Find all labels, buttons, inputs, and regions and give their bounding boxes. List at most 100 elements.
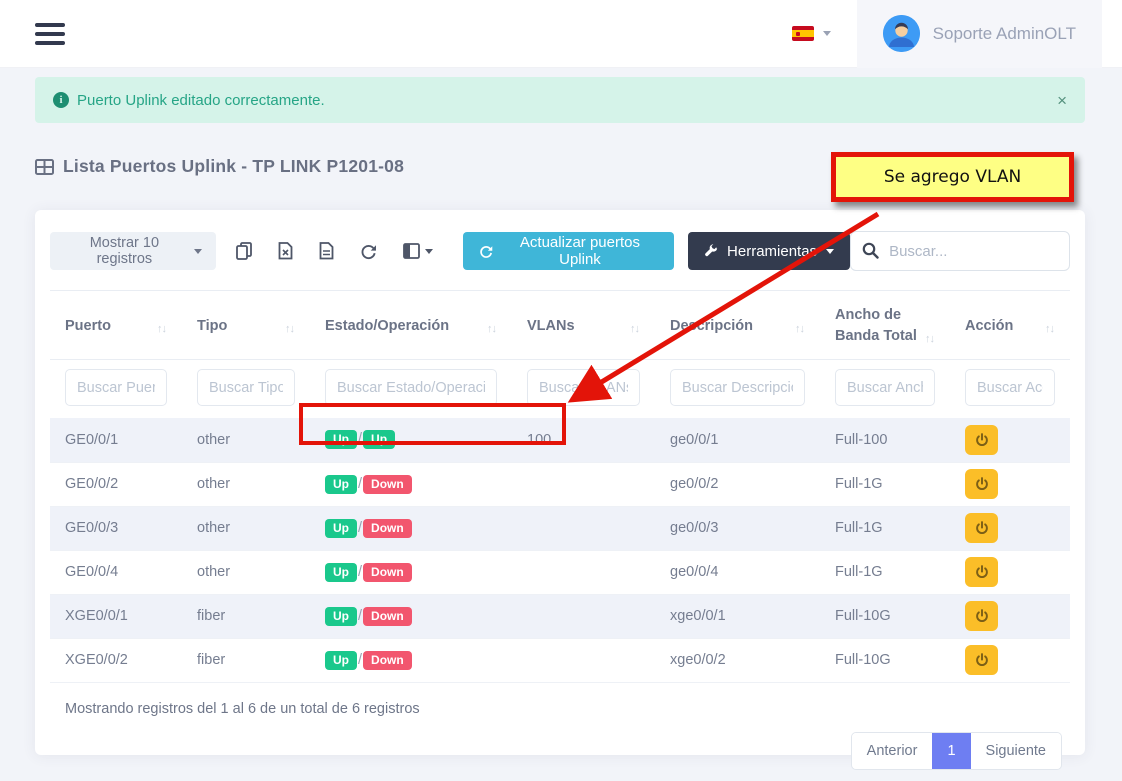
cell-puerto: XGE0/0/2 xyxy=(50,638,182,682)
power-icon xyxy=(975,521,989,535)
language-selector[interactable] xyxy=(766,26,857,41)
column-header[interactable]: Acción xyxy=(950,291,1070,360)
cell-vlans xyxy=(512,550,655,594)
copy-button[interactable] xyxy=(230,232,258,270)
search-input[interactable] xyxy=(850,231,1070,271)
reload-button[interactable] xyxy=(354,232,383,270)
column-header[interactable]: Tipo xyxy=(182,291,310,360)
column-filter-input[interactable] xyxy=(835,369,935,406)
column-visibility-button[interactable] xyxy=(397,232,439,270)
table-icon xyxy=(35,159,54,175)
sort-icon[interactable] xyxy=(285,323,295,337)
sort-icon[interactable] xyxy=(795,323,805,337)
next-page-button[interactable]: Siguiente xyxy=(971,733,1061,769)
length-menu-label: Mostrar 10 registros xyxy=(64,235,185,267)
excel-export-button[interactable] xyxy=(272,232,299,270)
avatar xyxy=(883,15,920,52)
power-button[interactable] xyxy=(965,645,998,675)
column-filter-input[interactable] xyxy=(65,369,167,406)
column-header[interactable]: Puerto xyxy=(50,291,182,360)
update-uplink-ports-button[interactable]: Actualizar puertos Uplink xyxy=(463,232,674,270)
user-menu[interactable]: Soporte AdminOLT xyxy=(857,0,1102,68)
cell-ancho-banda: Full-100 xyxy=(820,418,950,462)
page-title: Lista Puertos Uplink - TP LINK P1201-08 xyxy=(63,156,404,177)
column-header[interactable]: Descripción xyxy=(655,291,820,360)
table-header-row: Puerto Tipo Estado/Operación VLANs Descr… xyxy=(50,291,1070,360)
cell-tipo: fiber xyxy=(182,638,310,682)
column-header-label: Tipo xyxy=(197,316,227,337)
cell-puerto: GE0/0/1 xyxy=(50,418,182,462)
annotation-callout: Se agrego VLAN xyxy=(831,152,1074,202)
file-export-button[interactable] xyxy=(313,232,340,270)
cell-accion xyxy=(950,418,1070,462)
alert-close-button[interactable]: × xyxy=(1057,92,1067,109)
column-header-label: Descripción xyxy=(670,316,753,337)
column-header-label: Ancho de Banda Total xyxy=(835,305,919,347)
cell-puerto: GE0/0/3 xyxy=(50,506,182,550)
tools-menu-button[interactable]: Herramientas xyxy=(688,232,850,270)
power-icon xyxy=(975,565,989,579)
column-header-label: Acción xyxy=(965,316,1013,337)
pagination: Anterior 1 Siguiente xyxy=(851,732,1062,770)
cell-tipo: other xyxy=(182,550,310,594)
power-icon xyxy=(975,653,989,667)
table-filter-row xyxy=(50,360,1070,419)
cell-puerto: GE0/0/2 xyxy=(50,462,182,506)
power-button[interactable] xyxy=(965,601,998,631)
cell-estado-operacion: Up/Down xyxy=(310,594,512,638)
column-header[interactable]: Ancho de Banda Total xyxy=(820,291,950,360)
estado-badge: Up xyxy=(325,651,357,670)
cell-estado-operacion: Up/Down xyxy=(310,506,512,550)
columns-icon xyxy=(403,243,420,259)
uplink-ports-table: Puerto Tipo Estado/Operación VLANs Descr… xyxy=(50,290,1070,683)
estado-badge: Up xyxy=(325,475,357,494)
table-row: GE0/0/2 other Up/Down ge0/0/2 Full-1G xyxy=(50,462,1070,506)
sort-icon[interactable] xyxy=(925,333,935,347)
column-header[interactable]: Estado/Operación xyxy=(310,291,512,360)
cell-accion xyxy=(950,462,1070,506)
table-row: XGE0/0/2 fiber Up/Down xge0/0/2 Full-10G xyxy=(50,638,1070,682)
refresh-icon xyxy=(360,243,377,260)
column-header-label: VLANs xyxy=(527,316,575,337)
info-icon: i xyxy=(53,92,69,108)
column-header[interactable]: VLANs xyxy=(512,291,655,360)
sort-icon[interactable] xyxy=(487,323,497,337)
sort-icon[interactable] xyxy=(630,323,640,337)
column-filter-input[interactable] xyxy=(197,369,295,406)
cell-descripcion: ge0/0/4 xyxy=(655,550,820,594)
power-button[interactable] xyxy=(965,513,998,543)
sort-icon[interactable] xyxy=(1045,323,1055,337)
power-button[interactable] xyxy=(965,557,998,587)
cell-descripcion: xge0/0/2 xyxy=(655,638,820,682)
excel-icon xyxy=(278,242,293,260)
power-button[interactable] xyxy=(965,425,998,455)
column-filter-input[interactable] xyxy=(965,369,1055,406)
caret-down-icon xyxy=(823,31,831,36)
cell-ancho-banda: Full-10G xyxy=(820,594,950,638)
estado-badge: Up xyxy=(325,563,357,582)
operacion-badge: Down xyxy=(363,607,412,626)
caret-down-icon xyxy=(826,249,834,254)
column-filter-input[interactable] xyxy=(670,369,805,406)
cell-accion xyxy=(950,550,1070,594)
length-menu-button[interactable]: Mostrar 10 registros xyxy=(50,232,216,270)
column-filter-input[interactable] xyxy=(325,369,497,406)
power-button[interactable] xyxy=(965,469,998,499)
power-icon xyxy=(975,609,989,623)
cell-accion xyxy=(950,638,1070,682)
file-icon xyxy=(319,242,334,260)
sort-icon[interactable] xyxy=(157,323,167,337)
cell-tipo: fiber xyxy=(182,594,310,638)
column-filter-input[interactable] xyxy=(527,369,640,406)
cell-estado-operacion: Up/Down xyxy=(310,462,512,506)
operacion-badge: Down xyxy=(363,651,412,670)
estado-badge: Up xyxy=(325,519,357,538)
cell-puerto: XGE0/0/1 xyxy=(50,594,182,638)
hamburger-menu-icon[interactable] xyxy=(35,23,65,45)
cell-estado-operacion: Up/Down xyxy=(310,550,512,594)
page-1-button[interactable]: 1 xyxy=(932,733,970,769)
previous-page-button[interactable]: Anterior xyxy=(852,733,933,769)
operacion-badge: Up xyxy=(363,430,395,449)
cell-tipo: other xyxy=(182,418,310,462)
refresh-icon xyxy=(479,244,493,259)
